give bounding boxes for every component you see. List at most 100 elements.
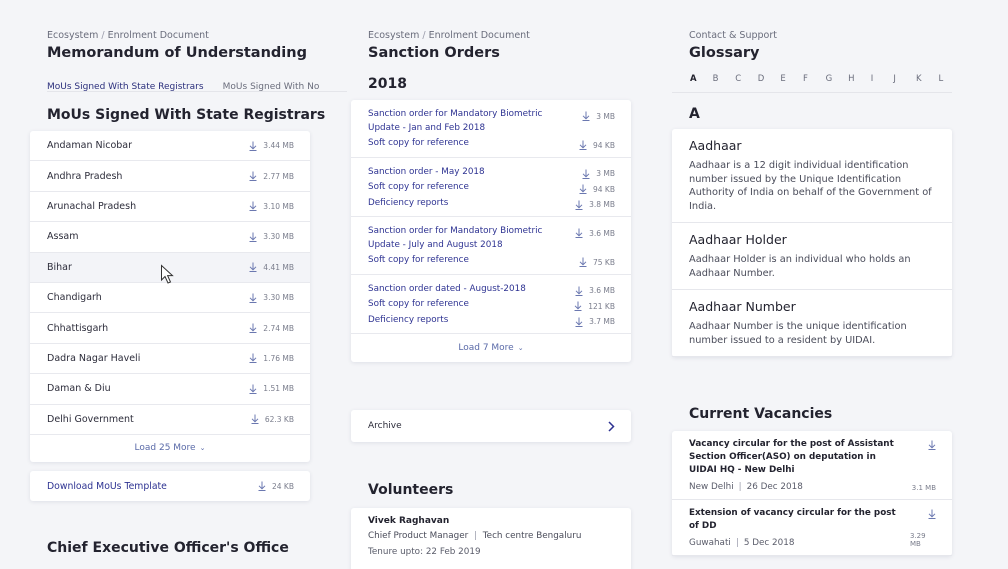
list-item[interactable]: Chandigarh 3.30 MB [30,283,310,314]
download-template-link[interactable]: Download MoUs Template [47,481,258,492]
download-icon[interactable] [579,257,587,267]
glossary-term: Aadhaar Number Aadhaar Number is the uniq… [672,290,952,357]
document-link[interactable]: Soft copy for reference [368,181,579,195]
download-icon[interactable] [575,317,583,327]
sanction-order-list: Sanction order for Mandatory Biometric U… [351,100,631,362]
document-link[interactable]: Sanction order for Mandatory Biometric U… [368,108,582,135]
letter-k[interactable]: K [916,74,939,84]
download-icon[interactable] [249,384,257,394]
download-size: 3.44 MB [249,141,294,151]
download-icon[interactable] [928,509,936,519]
term-definition: Aadhaar Number is the unique identificat… [689,321,907,346]
letter-e[interactable]: E [780,74,803,84]
letter-heading: A [689,106,700,122]
document-item[interactable]: Soft copy for reference 121 KB [368,298,615,312]
download-icon[interactable] [575,286,583,296]
document-item[interactable]: Deficiency reports 3.8 MB [368,197,615,211]
letter-b[interactable]: B [713,74,736,84]
list-item[interactable]: Daman & Diu 1.51 MB [30,374,310,405]
document-link[interactable]: Sanction order for Mandatory Biometric U… [368,225,575,252]
letter-l[interactable]: L [939,74,962,84]
download-size: 1.51 MB [249,384,294,394]
letter-d[interactable]: D [758,74,781,84]
archive-row[interactable]: Archive [351,410,631,442]
download-icon[interactable] [249,323,257,334]
download-icon[interactable] [582,111,590,121]
load-more-button[interactable]: Load 25 More ⌄ [30,435,310,462]
breadcrumb-root[interactable]: Ecosystem [47,30,98,41]
download-icon[interactable] [249,232,257,242]
document-item[interactable]: Sanction order dated - August-2018 3.6 MB [368,283,615,297]
download-icon[interactable] [579,184,587,194]
document-item[interactable]: Soft copy for reference 94 KB [368,181,615,195]
letter-h[interactable]: H [848,74,871,84]
tab-non-state[interactable]: MoUs Signed With No [223,80,334,91]
download-icon[interactable] [249,293,257,303]
document-item[interactable]: Soft copy for reference 75 KB [368,254,615,268]
list-item[interactable]: Assam 3.30 MB [30,222,310,253]
download-icon[interactable] [249,171,257,182]
state-mou-list: Andaman Nicobar 3.44 MB Andhra Pradesh 2.77… [30,131,310,462]
section-title: MoUs Signed With State Registrars [47,107,326,123]
volunteers-title: Volunteers [368,482,454,498]
document-link[interactable]: Soft copy for reference [368,254,579,268]
load-more-button[interactable]: Load 7 More ⌄ [351,334,631,362]
document-item[interactable]: Sanction order for Mandatory Biometric U… [368,225,615,252]
breadcrumb-current[interactable]: Enrolment Document [108,30,209,41]
download-size: 121 KB [574,298,615,311]
letter-j[interactable]: J [893,74,916,84]
list-item[interactable]: Chhattisgarh 2.74 MB [30,313,310,344]
letter-a[interactable]: A [690,74,713,84]
download-template-row[interactable]: Download MoUs Template 24 KB [30,471,310,501]
list-item[interactable]: Arunachal Pradesh 3.10 MB [30,192,310,223]
vacancy-title[interactable]: Vacancy circular for the post of Assista… [689,438,896,477]
document-link[interactable]: Soft copy for reference [368,298,574,312]
letter-g[interactable]: G [826,74,849,84]
vacancy-title[interactable]: Extension of vacancy circular for the po… [689,507,896,533]
vacancy-item[interactable]: Vacancy circular for the post of Assista… [672,431,952,500]
state-name: Andaman Nicobar [47,140,133,152]
letter-f[interactable]: F [803,74,826,84]
download-icon[interactable] [575,200,583,210]
list-item[interactable]: Dadra Nagar Haveli 1.76 MB [30,344,310,375]
document-link[interactable]: Deficiency reports [368,314,575,328]
list-item[interactable]: Delhi Government 62.3 KB [30,405,310,435]
document-link[interactable]: Deficiency reports [368,197,575,211]
download-icon[interactable] [249,262,257,273]
download-size: 24 KB [258,481,294,491]
document-item[interactable]: Soft copy for reference 94 KB [368,137,615,151]
breadcrumb-root[interactable]: Ecosystem [368,30,419,41]
download-icon[interactable] [249,201,257,212]
letter-i[interactable]: I [871,74,894,84]
state-name: Arunachal Pradesh [47,200,137,212]
download-icon[interactable] [574,301,582,311]
document-link[interactable]: Soft copy for reference [368,137,579,151]
document-item[interactable]: Sanction order for Mandatory Biometric U… [368,108,615,135]
chevron-down-icon: ⌄ [199,444,206,453]
download-icon[interactable] [258,481,266,491]
document-item[interactable]: Deficiency reports 3.7 MB [368,314,615,328]
document-item[interactable]: Sanction order - May 2018 3 MB [368,166,615,180]
download-icon[interactable] [928,440,936,450]
tab-state-registrars[interactable]: MoUs Signed With State Registrars [47,80,218,91]
list-item[interactable]: Andaman Nicobar 3.44 MB [30,131,310,162]
breadcrumb-contact-support[interactable]: Contact & Support [689,30,777,41]
document-link[interactable]: Sanction order - May 2018 [368,166,582,180]
breadcrumb-current[interactable]: Enrolment Document [429,30,530,41]
download-icon[interactable] [582,169,590,179]
download-icon[interactable] [251,414,259,425]
vacancy-item[interactable]: Extension of vacancy circular for the po… [672,500,952,556]
term-title: Aadhaar [689,138,742,153]
letter-c[interactable]: C [735,74,758,84]
list-item[interactable]: Andhra Pradesh 2.77 MB [30,161,310,192]
download-icon[interactable] [249,353,257,364]
glossary-column: Contact & Support Glossary ABCDEFGHIJKL … [672,0,952,569]
download-icon[interactable] [249,141,257,151]
state-name: Bihar [47,261,72,273]
document-link[interactable]: Sanction order dated - August-2018 [368,283,575,297]
glossary-terms: Aadhaar Aadhaar is a 12 digit individual … [672,129,952,357]
download-icon[interactable] [575,228,583,238]
download-size: 3.8 MB [575,197,615,210]
state-name: Chandigarh [47,292,102,304]
download-icon[interactable] [579,140,587,150]
